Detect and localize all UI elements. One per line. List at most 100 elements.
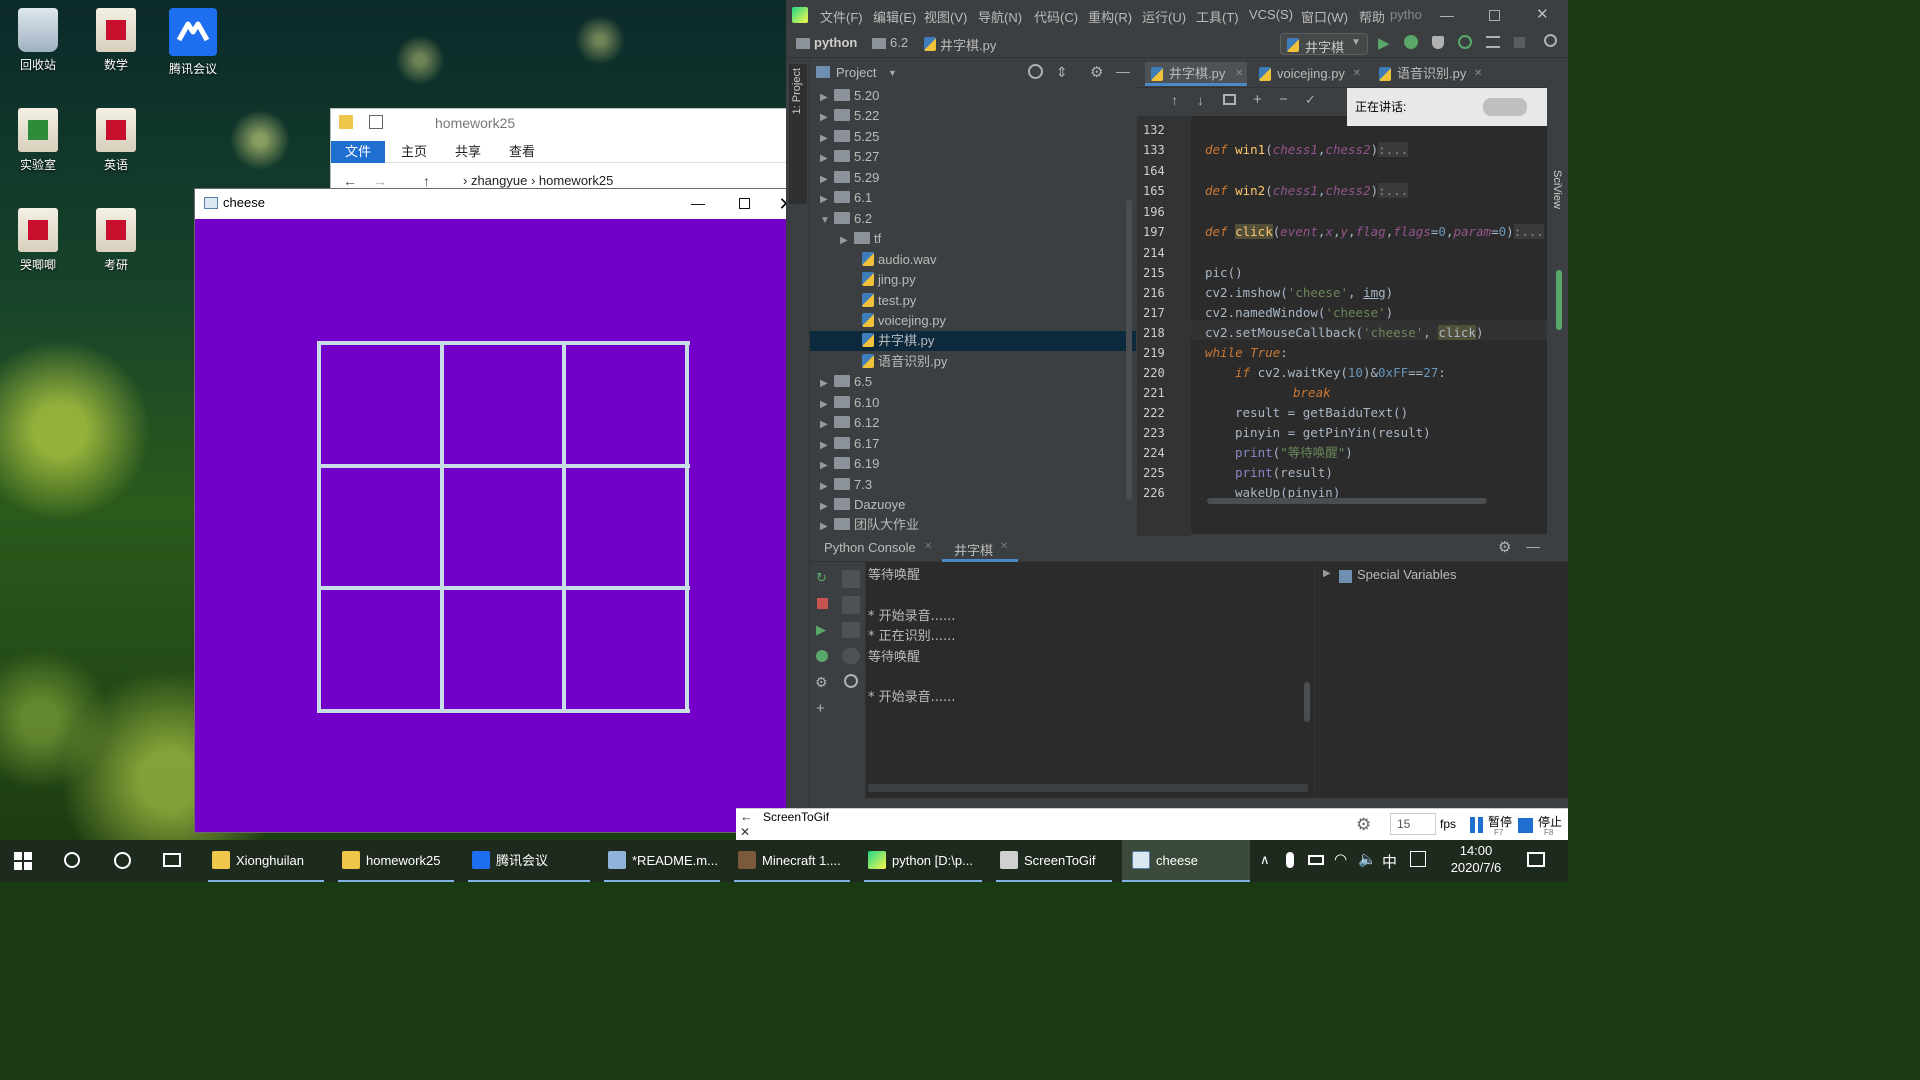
taskbar-item-homework25[interactable]: homework25 (334, 840, 458, 882)
console-tab-python[interactable]: Python Console (824, 540, 916, 555)
rerun-icon[interactable]: ↻ (816, 570, 827, 586)
expand-arrow-icon[interactable]: ▶ (820, 436, 834, 456)
desktop-icon-kujiji[interactable]: 哭唧唧 (2, 202, 74, 288)
code-line-225[interactable]: print(result) (1235, 463, 1333, 483)
breadcrumb-folder[interactable]: 6.2 (890, 35, 908, 50)
close-icon[interactable]: ✕ (740, 825, 750, 839)
editor-tab[interactable]: voicejing.py ✕ (1253, 62, 1365, 86)
tic-tac-toe-board[interactable] (195, 219, 809, 832)
menu-help[interactable]: 帮助 (1359, 7, 1385, 26)
arrow-down-icon[interactable]: ↓ (1197, 92, 1204, 108)
expand-arrow-icon[interactable]: ▶ (820, 497, 834, 517)
microphone-icon[interactable] (1286, 852, 1294, 868)
tree-item[interactable]: ▼ 6.2 (810, 209, 1136, 229)
expand-arrow-icon[interactable]: ▶ (840, 231, 854, 251)
editor-tab[interactable]: 语音识别.py ✕ (1373, 62, 1486, 86)
close-tab-icon[interactable]: ✕ (1353, 62, 1361, 86)
print-icon[interactable] (842, 622, 860, 638)
code-line-197[interactable]: def click(event,x,y,flag,flags=0,param=0… (1205, 222, 1544, 242)
expand-arrow-icon[interactable]: ▶ (820, 395, 834, 415)
close-tab-icon[interactable]: ✕ (1474, 62, 1482, 86)
gear-icon[interactable]: ⚙ (1090, 63, 1103, 81)
checkbox-icon[interactable] (369, 115, 383, 129)
history-icon[interactable] (844, 674, 858, 688)
tree-item[interactable]: ▶ tf (810, 229, 1136, 249)
back-arrow-icon[interactable]: ← (343, 173, 357, 189)
tree-item[interactable]: ▶ 5.22 (810, 106, 1136, 126)
windows-start-icon[interactable] (14, 852, 32, 870)
arrow-up-icon[interactable]: ↑ (1171, 92, 1178, 108)
code-line-220[interactable]: if cv2.waitKey(10)&0xFF==27: (1235, 363, 1446, 383)
ime-indicator[interactable]: 中 (1382, 851, 1397, 872)
tree-item[interactable]: ▶ 6.12 (810, 413, 1136, 433)
gear-icon[interactable]: ⚙ (1498, 538, 1511, 556)
code-line-218[interactable]: cv2.setMouseCallback('cheese', click) (1205, 323, 1484, 343)
taskbar-item-readme[interactable]: *README.m... (600, 840, 724, 882)
tree-item[interactable]: ▶ 6.17 (810, 434, 1136, 454)
code-editor[interactable]: 井字棋.py ✕ voicejing.py ✕ 语音识别.py ✕ ↑ ↓ + … (1137, 60, 1547, 536)
collapse-all-icon[interactable]: ⇕ (1056, 64, 1068, 81)
desktop-icon-tencent-meeting[interactable]: 腾讯会议 (157, 2, 229, 88)
cortana-icon[interactable] (114, 852, 131, 869)
coverage-icon[interactable] (1432, 36, 1444, 49)
clock[interactable]: 14:00 2020/7/6 (1444, 843, 1508, 875)
desktop-icon-english[interactable]: 英语 (80, 102, 152, 188)
explorer-tab-home[interactable]: 主页 (387, 141, 441, 163)
tree-item[interactable]: ▶ 5.20 (810, 86, 1136, 106)
taskbar-item-minecraft[interactable]: Minecraft 1.... (730, 840, 854, 882)
pause-button[interactable]: 暂停 F7 (1468, 811, 1516, 839)
run-config-dropdown[interactable]: 井字棋 ▼ (1280, 33, 1368, 55)
stop-icon[interactable] (1514, 37, 1525, 48)
console-hscroll[interactable] (868, 784, 1308, 792)
desktop-icon-math[interactable]: 数学 (80, 2, 152, 88)
editor-tab-active[interactable]: 井字棋.py ✕ (1145, 62, 1248, 86)
menu-vcs[interactable]: VCS(S) (1249, 7, 1293, 22)
scroll-to-end-icon[interactable] (842, 596, 860, 614)
tree-item[interactable]: ▶ 5.29 (810, 168, 1136, 188)
check-icon[interactable]: ✓ (1305, 92, 1316, 108)
expand-arrow-icon[interactable]: ▶ (820, 477, 834, 497)
path-segment[interactable]: zhangyue (471, 173, 527, 188)
back-arrow-icon[interactable]: ← (740, 809, 753, 824)
expand-arrow-icon[interactable]: ▶ (820, 88, 834, 108)
gear-icon[interactable]: ⚙ (815, 674, 828, 691)
search-icon[interactable] (1544, 34, 1557, 47)
console-tab-active[interactable]: 井字棋 ✕ (942, 536, 1018, 562)
wifi-icon[interactable]: ◠ (1334, 850, 1347, 868)
cheese-titlebar[interactable]: cheese — ✕ (195, 189, 809, 219)
console-scrollbar[interactable] (1304, 682, 1310, 722)
sciview-tool-label[interactable]: SciView (1551, 170, 1563, 209)
menu-view[interactable]: 视图(V) (924, 7, 967, 26)
code-line-222[interactable]: result = getBaiduText() (1235, 403, 1408, 423)
hide-icon[interactable]: — (1526, 538, 1540, 554)
tree-item[interactable]: test.py (810, 291, 1136, 311)
explorer-tab-share[interactable]: 共享 (441, 141, 495, 163)
tree-item[interactable]: voicejing.py (810, 311, 1136, 331)
concurrency-icon[interactable] (1486, 36, 1500, 48)
breadcrumb-project[interactable]: python (814, 35, 857, 50)
expand-arrow-icon[interactable]: ▶ (820, 415, 834, 435)
close-icon[interactable]: ✕ (1536, 5, 1549, 23)
tree-item[interactable]: ▶ Dazuoye (810, 495, 1136, 515)
battery-icon[interactable] (1308, 855, 1324, 865)
close-tab-icon[interactable]: ✕ (924, 541, 932, 552)
notification-icon[interactable] (1527, 852, 1545, 867)
expand-arrow-icon[interactable]: ▶ (820, 129, 834, 149)
desktop-icon-lab[interactable]: 实验室 (2, 102, 74, 188)
code-line-223[interactable]: pinyin = getPinYin(result) (1235, 423, 1431, 443)
minimize-icon[interactable]: — (1440, 7, 1454, 23)
expand-arrow-icon[interactable]: ▶ (820, 149, 834, 169)
debug-icon[interactable] (816, 650, 828, 662)
expand-arrow-icon[interactable]: ▶ (820, 190, 834, 210)
taskbar-item-cheese[interactable]: cheese (1122, 840, 1250, 882)
breadcrumb-file[interactable]: 井字棋.py (940, 35, 996, 54)
code-line-219[interactable]: while True: (1205, 343, 1288, 363)
expand-arrow-icon[interactable]: ▶ (820, 170, 834, 190)
hide-icon[interactable]: — (1116, 63, 1130, 79)
stop-button[interactable]: 停止 F8 (1518, 811, 1568, 839)
maximize-icon[interactable] (1489, 10, 1500, 21)
minimize-icon[interactable]: — (675, 189, 721, 219)
soft-wrap-icon[interactable] (842, 570, 860, 588)
volume-icon[interactable]: 🔈 (1358, 850, 1377, 868)
code-line-215[interactable]: pic() (1205, 263, 1243, 283)
